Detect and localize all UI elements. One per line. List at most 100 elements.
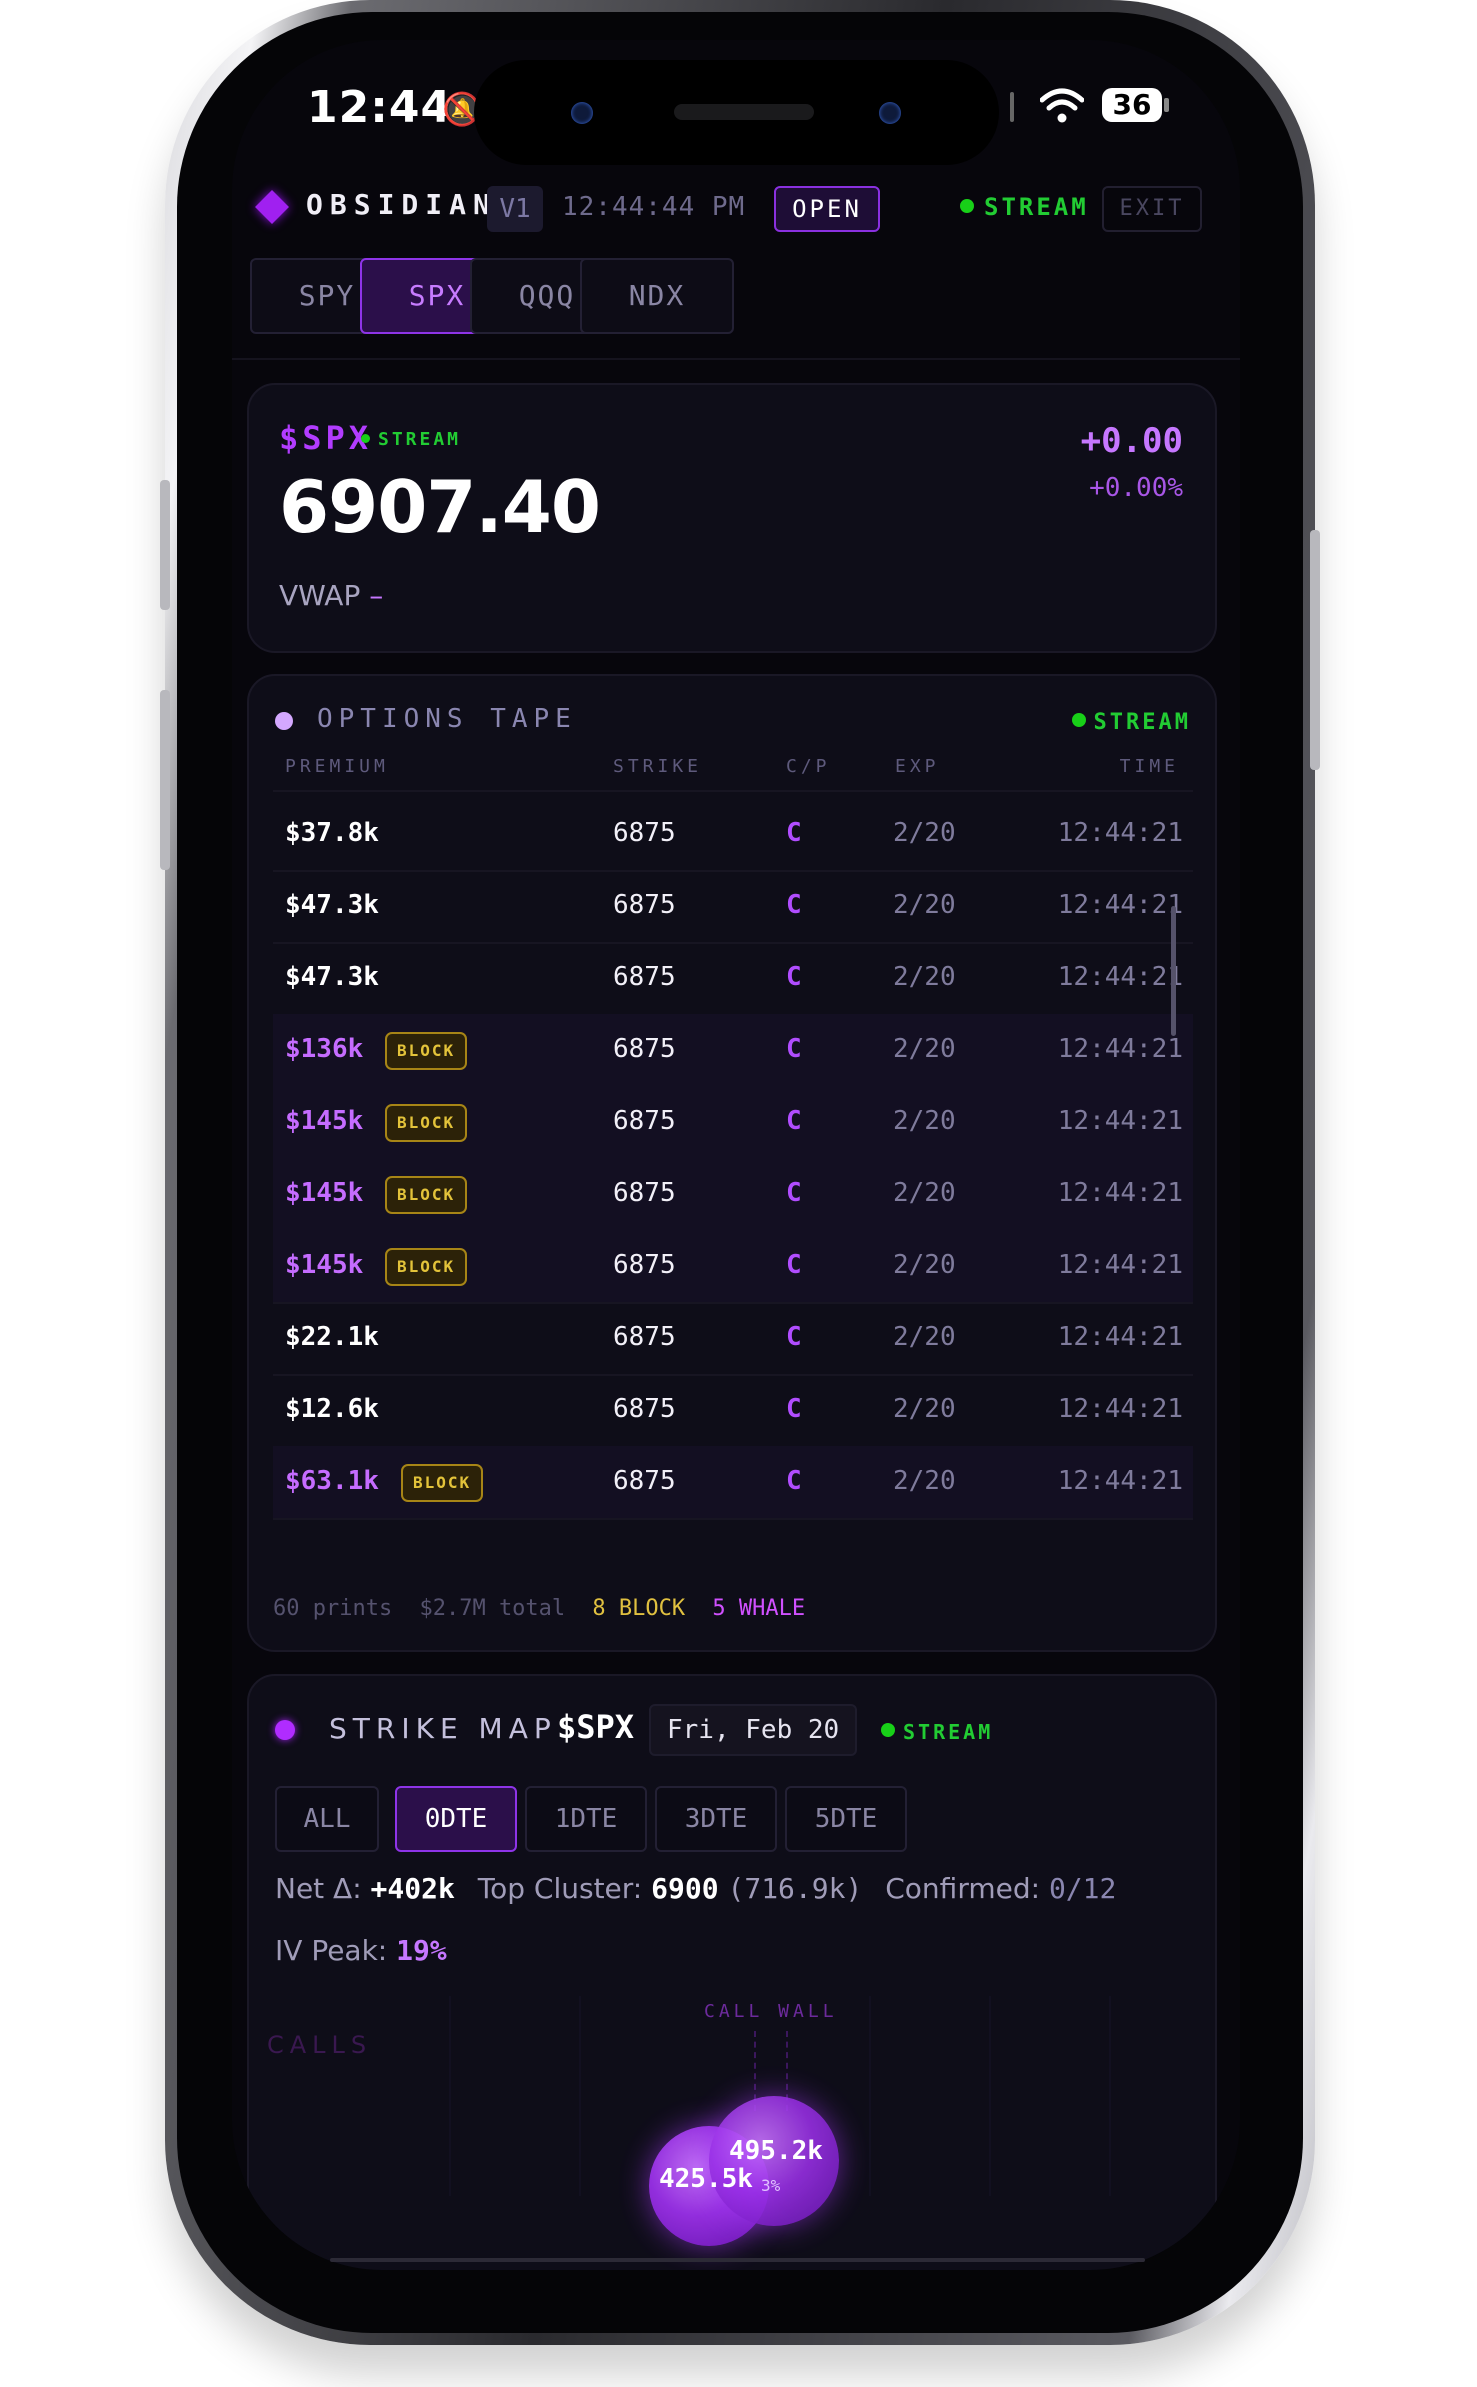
- strike-cell: 6875: [613, 1466, 676, 1496]
- premium-cell: $145k: [285, 1106, 364, 1136]
- exp-cell: 2/20: [893, 1394, 956, 1424]
- stream-label: STREAM: [378, 429, 462, 450]
- strike-map-ticker: $SPX: [557, 1708, 635, 1746]
- vwap-label: VWAP: [279, 579, 361, 612]
- confirmed-label: Confirmed:: [885, 1872, 1041, 1905]
- quote-stream-indicator: STREAM: [361, 429, 461, 450]
- table-row[interactable]: $37.8k 6875 C 2/20 12:44:21: [273, 798, 1193, 872]
- tape-whale-count: 5 WHALE: [712, 1596, 806, 1621]
- tape-scrollbar[interactable]: [1171, 906, 1176, 1036]
- top-cluster-label: Top Cluster:: [477, 1872, 643, 1905]
- col-exp: EXP: [895, 756, 940, 777]
- face-id-sensor-icon: [571, 102, 593, 124]
- exit-button[interactable]: EXIT: [1102, 186, 1202, 232]
- header-stream-indicator: STREAM: [960, 193, 1089, 221]
- table-row[interactable]: $12.6k 6875 C 2/20 12:44:21: [273, 1374, 1193, 1448]
- dynamic-island: [474, 60, 999, 165]
- volume-up-button: [160, 480, 170, 610]
- quote-card: $SPX STREAM 6907.40 +0.00 +0.00% VWAP –: [247, 383, 1217, 653]
- exp-cell: 2/20: [893, 1466, 956, 1496]
- strike-map-dot-icon: [275, 1720, 295, 1740]
- strike-map-card: STRIKE MAP $SPX Fri, Feb 20 STREAM ALL 0…: [247, 1674, 1217, 2270]
- exp-cell: 2/20: [893, 1322, 956, 1352]
- market-status-badge: OPEN: [774, 186, 880, 232]
- dte-filter-3dte[interactable]: 3DTE: [655, 1786, 777, 1852]
- tape-footer: 60 prints $2.7M total 8 BLOCK 5 WHALE: [273, 1596, 805, 1621]
- table-row[interactable]: $47.3k 6875 C 2/20 12:44:21: [273, 870, 1193, 944]
- time-cell: 12:44:21: [1057, 1034, 1183, 1064]
- cp-cell: C: [786, 1178, 802, 1208]
- block-badge: BLOCK: [385, 1104, 468, 1142]
- signal-icon: [1010, 92, 1014, 122]
- tab-ndx[interactable]: NDX: [580, 258, 734, 334]
- stream-dot-icon: [361, 434, 370, 443]
- table-row[interactable]: $145k 6875 C 2/20 12:44:21 BLOCK: [273, 1230, 1193, 1304]
- stream-dot-icon: [960, 199, 974, 213]
- strike-cell: 6875: [613, 1178, 676, 1208]
- premium-cell: $47.3k: [285, 890, 379, 920]
- header-clock: 12:44:44 PM: [562, 192, 746, 222]
- header-divider: [232, 358, 1240, 360]
- logo-diamond-icon: [255, 190, 289, 224]
- version-chip: V1: [487, 186, 543, 232]
- grid-line: [1109, 1996, 1111, 2196]
- brand-name: OBSIDIAN: [306, 188, 497, 221]
- cp-cell: C: [786, 962, 802, 992]
- strike-cell: 6875: [613, 1250, 676, 1280]
- table-row[interactable]: $136k 6875 C 2/20 12:44:21 BLOCK: [273, 1014, 1193, 1088]
- cp-cell: C: [786, 1106, 802, 1136]
- premium-cell: $37.8k: [285, 818, 379, 848]
- exp-cell: 2/20: [893, 1250, 956, 1280]
- net-delta-value: +402k: [370, 1872, 455, 1905]
- dte-filter-all[interactable]: ALL: [275, 1786, 379, 1852]
- block-badge: BLOCK: [385, 1032, 468, 1070]
- stream-label: STREAM: [1093, 710, 1191, 735]
- stream-dot-icon: [881, 1723, 895, 1737]
- app-screen: 12:44 🔕 36 OBSIDIAN V1 12:44:44 PM OPEN …: [232, 40, 1240, 2270]
- premium-cell: $136k: [285, 1034, 364, 1064]
- table-row[interactable]: $63.1k 6875 C 2/20 12:44:21 BLOCK: [273, 1446, 1193, 1520]
- time-cell: 12:44:21: [1057, 1394, 1183, 1424]
- top-cluster-size: (716.9k): [727, 1872, 863, 1905]
- strike-cell: 6875: [613, 818, 676, 848]
- strike-cell: 6875: [613, 962, 676, 992]
- dte-filter-5dte[interactable]: 5DTE: [785, 1786, 907, 1852]
- premium-cell: $47.3k: [285, 962, 379, 992]
- bubble-label: 425.5k: [659, 2164, 753, 2194]
- time-cell: 12:44:21: [1057, 1106, 1183, 1136]
- status-time: 12:44: [307, 82, 453, 133]
- time-cell: 12:44:21: [1057, 1250, 1183, 1280]
- exp-cell: 2/20: [893, 1034, 956, 1064]
- dte-filter-1dte[interactable]: 1DTE: [525, 1786, 647, 1852]
- cp-cell: C: [786, 1250, 802, 1280]
- premium-cell: $63.1k: [285, 1466, 379, 1496]
- table-row[interactable]: $47.3k 6875 C 2/20 12:44:21: [273, 942, 1193, 1016]
- strike-cell: 6875: [613, 1106, 676, 1136]
- expiry-date-chip[interactable]: Fri, Feb 20: [649, 1704, 858, 1756]
- stream-label: STREAM: [984, 193, 1089, 221]
- net-delta-label: Net Δ:: [275, 1872, 362, 1905]
- tape-prints: 60 prints: [273, 1596, 393, 1621]
- tape-total: $2.7M total: [419, 1596, 566, 1621]
- dte-filter-0dte[interactable]: 0DTE: [395, 1786, 517, 1852]
- table-row[interactable]: $22.1k 6875 C 2/20 12:44:21: [273, 1302, 1193, 1376]
- col-cp: C/P: [786, 756, 831, 777]
- home-indicator-bar: [330, 2258, 1145, 2262]
- time-cell: 12:44:21: [1057, 962, 1183, 992]
- table-row[interactable]: $145k 6875 C 2/20 12:44:21 BLOCK: [273, 1086, 1193, 1160]
- strike-map-title: STRIKE MAP: [329, 1712, 557, 1745]
- time-cell: 12:44:21: [1057, 1322, 1183, 1352]
- bubble-label: 495.2k: [729, 2136, 823, 2166]
- stream-label: STREAM: [903, 1720, 994, 1744]
- call-wall-label: CALL WALL: [704, 2001, 838, 2022]
- battery-tip: [1164, 98, 1169, 112]
- table-row[interactable]: $145k 6875 C 2/20 12:44:21 BLOCK: [273, 1158, 1193, 1232]
- strike-map-stream-indicator: STREAM: [881, 1720, 993, 1744]
- block-badge: BLOCK: [401, 1464, 484, 1502]
- battery-icon: 36: [1102, 88, 1162, 122]
- grid-line: [579, 1996, 581, 2196]
- iv-peak-stat: IV Peak: 19%: [275, 1934, 447, 1967]
- time-cell: 12:44:21: [1057, 1178, 1183, 1208]
- cp-cell: C: [786, 1322, 802, 1352]
- premium-cell: $145k: [285, 1178, 364, 1208]
